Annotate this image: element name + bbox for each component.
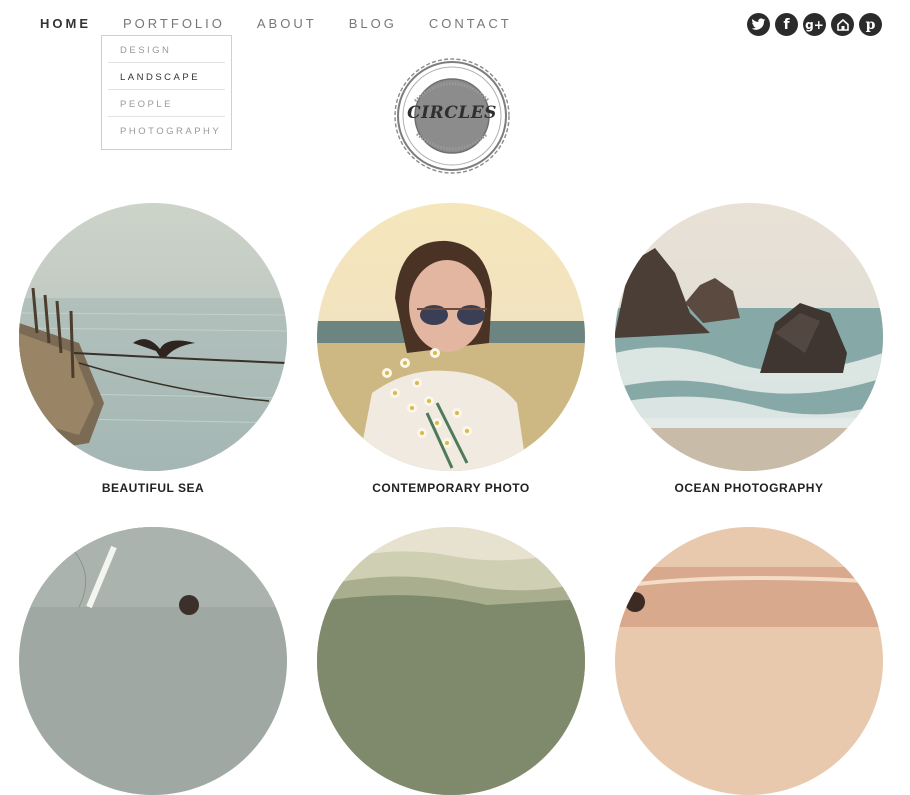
facebook-icon[interactable]: f <box>775 13 798 36</box>
gallery-item-6[interactable] <box>615 527 883 795</box>
dropdown-item-photography[interactable]: PHOTOGRAPHY <box>108 117 225 143</box>
nav-blog[interactable]: BLOG <box>349 16 397 34</box>
gallery-item-4[interactable] <box>19 527 287 795</box>
main-nav: HOME PORTFOLIO ABOUT BLOG CONTACT <box>40 16 544 34</box>
circles-logo[interactable]: CIRCLES <box>392 56 512 176</box>
caption-beautiful-sea[interactable]: BEAUTIFUL SEA <box>19 481 287 495</box>
nav-about[interactable]: ABOUT <box>257 16 317 34</box>
gallery-photo-4 <box>19 527 287 795</box>
gallery-photo-5 <box>317 527 585 795</box>
gallery-item-beautiful-sea[interactable] <box>19 203 287 471</box>
dropdown-item-design[interactable]: DESIGN <box>108 36 225 63</box>
pinterest-icon[interactable]: p <box>859 13 882 36</box>
google-plus-icon[interactable]: g+ <box>803 13 826 36</box>
gallery-item-ocean-photography[interactable] <box>615 203 883 471</box>
nav-portfolio[interactable]: PORTFOLIO <box>123 16 225 34</box>
caption-contemporary-photo[interactable]: CONTEMPORARY PHOTO <box>317 481 585 495</box>
portfolio-dropdown: DESIGN LANDSCAPE PEOPLE PHOTOGRAPHY <box>101 35 232 150</box>
logo-text: CIRCLES <box>407 103 497 123</box>
gallery-item-contemporary-photo[interactable] <box>317 203 585 471</box>
ocean-photo <box>615 203 883 471</box>
dropdown-item-landscape[interactable]: LANDSCAPE <box>108 63 225 90</box>
nav-contact[interactable]: CONTACT <box>429 16 512 34</box>
sea-photo <box>19 203 287 471</box>
gallery-photo-6 <box>615 527 883 795</box>
portrait-photo <box>317 203 585 471</box>
twitter-icon[interactable] <box>747 13 770 36</box>
caption-ocean-photography[interactable]: OCEAN PHOTOGRAPHY <box>615 481 883 495</box>
home-icon[interactable] <box>831 13 854 36</box>
gallery-item-5[interactable] <box>317 527 585 795</box>
social-links: f g+ p <box>747 13 887 36</box>
dropdown-item-people[interactable]: PEOPLE <box>108 90 225 117</box>
nav-home[interactable]: HOME <box>40 16 91 34</box>
